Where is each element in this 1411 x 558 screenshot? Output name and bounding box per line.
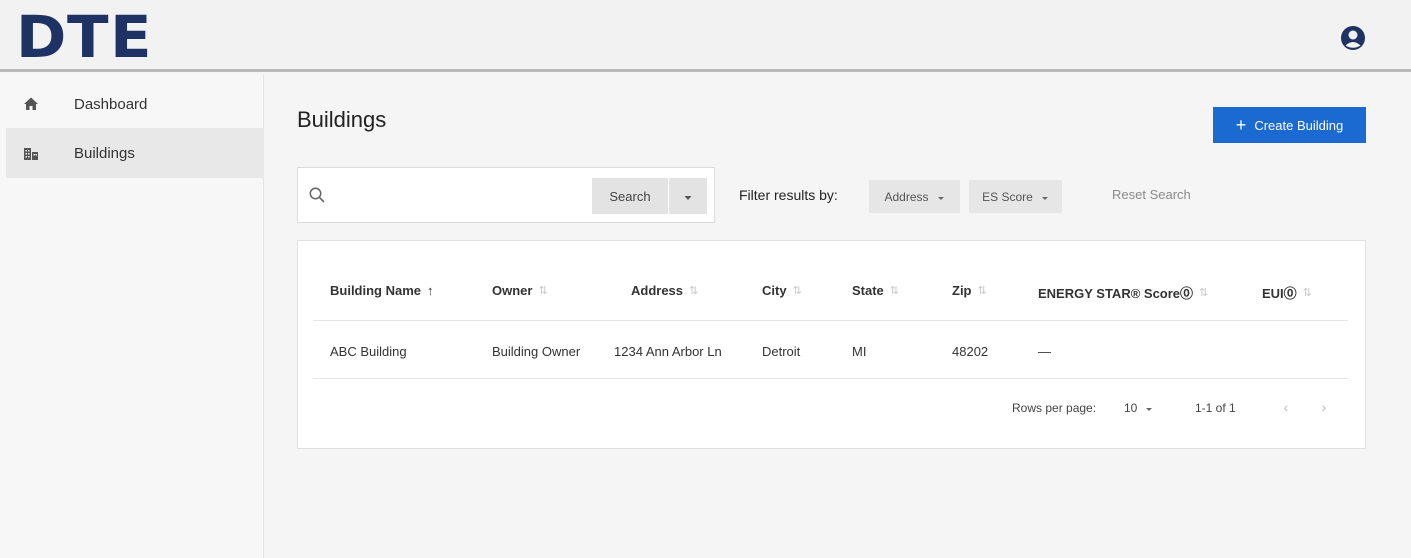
column-header-zip[interactable]: Zip ⇅ [952, 283, 987, 298]
column-header-city[interactable]: City ⇅ [762, 283, 802, 298]
column-label: ENERGY STAR® Score⓪ [1038, 286, 1194, 301]
sort-icon: ⇅ [889, 285, 900, 297]
caret-down-icon [683, 189, 693, 204]
column-label: Address [631, 283, 684, 298]
top-app-bar: D T E [0, 0, 1411, 72]
rows-per-page-value: 10 [1124, 401, 1138, 415]
home-icon [23, 96, 39, 112]
column-header-address[interactable]: Address ⇅ [631, 283, 698, 298]
caret-down-icon [1041, 190, 1049, 204]
sort-icon: ⇅ [977, 285, 987, 297]
user-circle-icon[interactable] [1340, 25, 1366, 51]
column-label: Building Name [330, 283, 422, 298]
column-label: City [762, 283, 787, 298]
sidebar-item-buildings[interactable]: Buildings [6, 128, 264, 178]
caret-down-icon [937, 190, 945, 204]
create-building-button[interactable]: + Create Building [1213, 107, 1366, 143]
buildings-table: Building Name ↑ Owner ⇅ Address ⇅ City ⇅… [297, 240, 1366, 449]
column-header-building-name[interactable]: Building Name ↑ [330, 283, 434, 298]
address-filter-chip[interactable]: Address [869, 180, 960, 213]
sidebar-item-label: Dashboard [74, 95, 148, 113]
search-icon [308, 186, 326, 204]
header-divider [313, 320, 1348, 321]
search-button[interactable]: Search [592, 178, 668, 214]
rows-per-page-label: Rows per page: [1012, 401, 1097, 415]
column-label: State [852, 283, 884, 298]
row-divider [313, 378, 1348, 379]
chip-label: ES Score [982, 189, 1033, 204]
filter-label: Filter results by: [739, 187, 838, 203]
search-options-dropdown[interactable] [669, 178, 707, 214]
plus-icon: + [1235, 115, 1247, 135]
cell-state: MI [852, 344, 867, 359]
pagination-range: 1-1 of 1 [1195, 401, 1236, 415]
column-header-eui[interactable]: EUI⓪ ⇅ [1262, 283, 1312, 302]
search-input[interactable] [336, 182, 586, 210]
rows-per-page-select[interactable]: 10 [1124, 401, 1153, 415]
sort-icon: ⇅ [538, 285, 548, 297]
sort-ascending-icon: ↑ [427, 283, 434, 298]
logo-letter-t: T [67, 3, 109, 71]
sort-icon: ⇅ [1302, 287, 1312, 299]
page-title: Buildings [297, 107, 387, 132]
cell-energy-star-score: — [1038, 344, 1051, 359]
reset-search-link[interactable]: Reset Search [1112, 187, 1191, 202]
sort-icon: ⇅ [792, 285, 802, 297]
buildings-icon [23, 145, 39, 161]
search-panel: Search [297, 167, 715, 223]
column-header-energy-star-score[interactable]: ENERGY STAR® Score⓪ ⇅ [1038, 283, 1208, 302]
sort-icon: ⇅ [1199, 287, 1209, 299]
cell-zip: 48202 [952, 344, 989, 359]
dte-logo[interactable]: D T E [15, 3, 152, 71]
caret-down-icon [1145, 401, 1153, 415]
previous-page-icon[interactable]: ‹ [1276, 397, 1296, 417]
next-page-icon[interactable]: › [1314, 397, 1334, 417]
cell-address: 1234 Ann Arbor Ln [614, 344, 722, 359]
cell-building-name: ABC Building [330, 344, 407, 359]
column-label: Owner [492, 283, 533, 298]
cell-city: Detroit [762, 344, 801, 359]
main-content: Buildings + Create Building Search Filte… [265, 75, 1411, 558]
column-header-owner[interactable]: Owner ⇅ [492, 283, 548, 298]
chip-label: Address [884, 189, 929, 204]
sidebar: Dashboard Buildings [0, 75, 264, 558]
sort-icon: ⇅ [689, 285, 699, 297]
column-header-state[interactable]: State ⇅ [852, 283, 899, 298]
sidebar-item-dashboard[interactable]: Dashboard [6, 79, 264, 129]
create-building-label: Create Building [1254, 117, 1344, 133]
logo-letter-e: E [109, 3, 152, 71]
column-label: EUI⓪ [1262, 286, 1297, 301]
es-score-filter-chip[interactable]: ES Score [969, 180, 1062, 213]
cell-owner: Building Owner [492, 344, 581, 359]
logo-letter-d: D [15, 3, 67, 71]
column-label: Zip [952, 283, 972, 298]
sidebar-item-label: Buildings [74, 144, 135, 162]
